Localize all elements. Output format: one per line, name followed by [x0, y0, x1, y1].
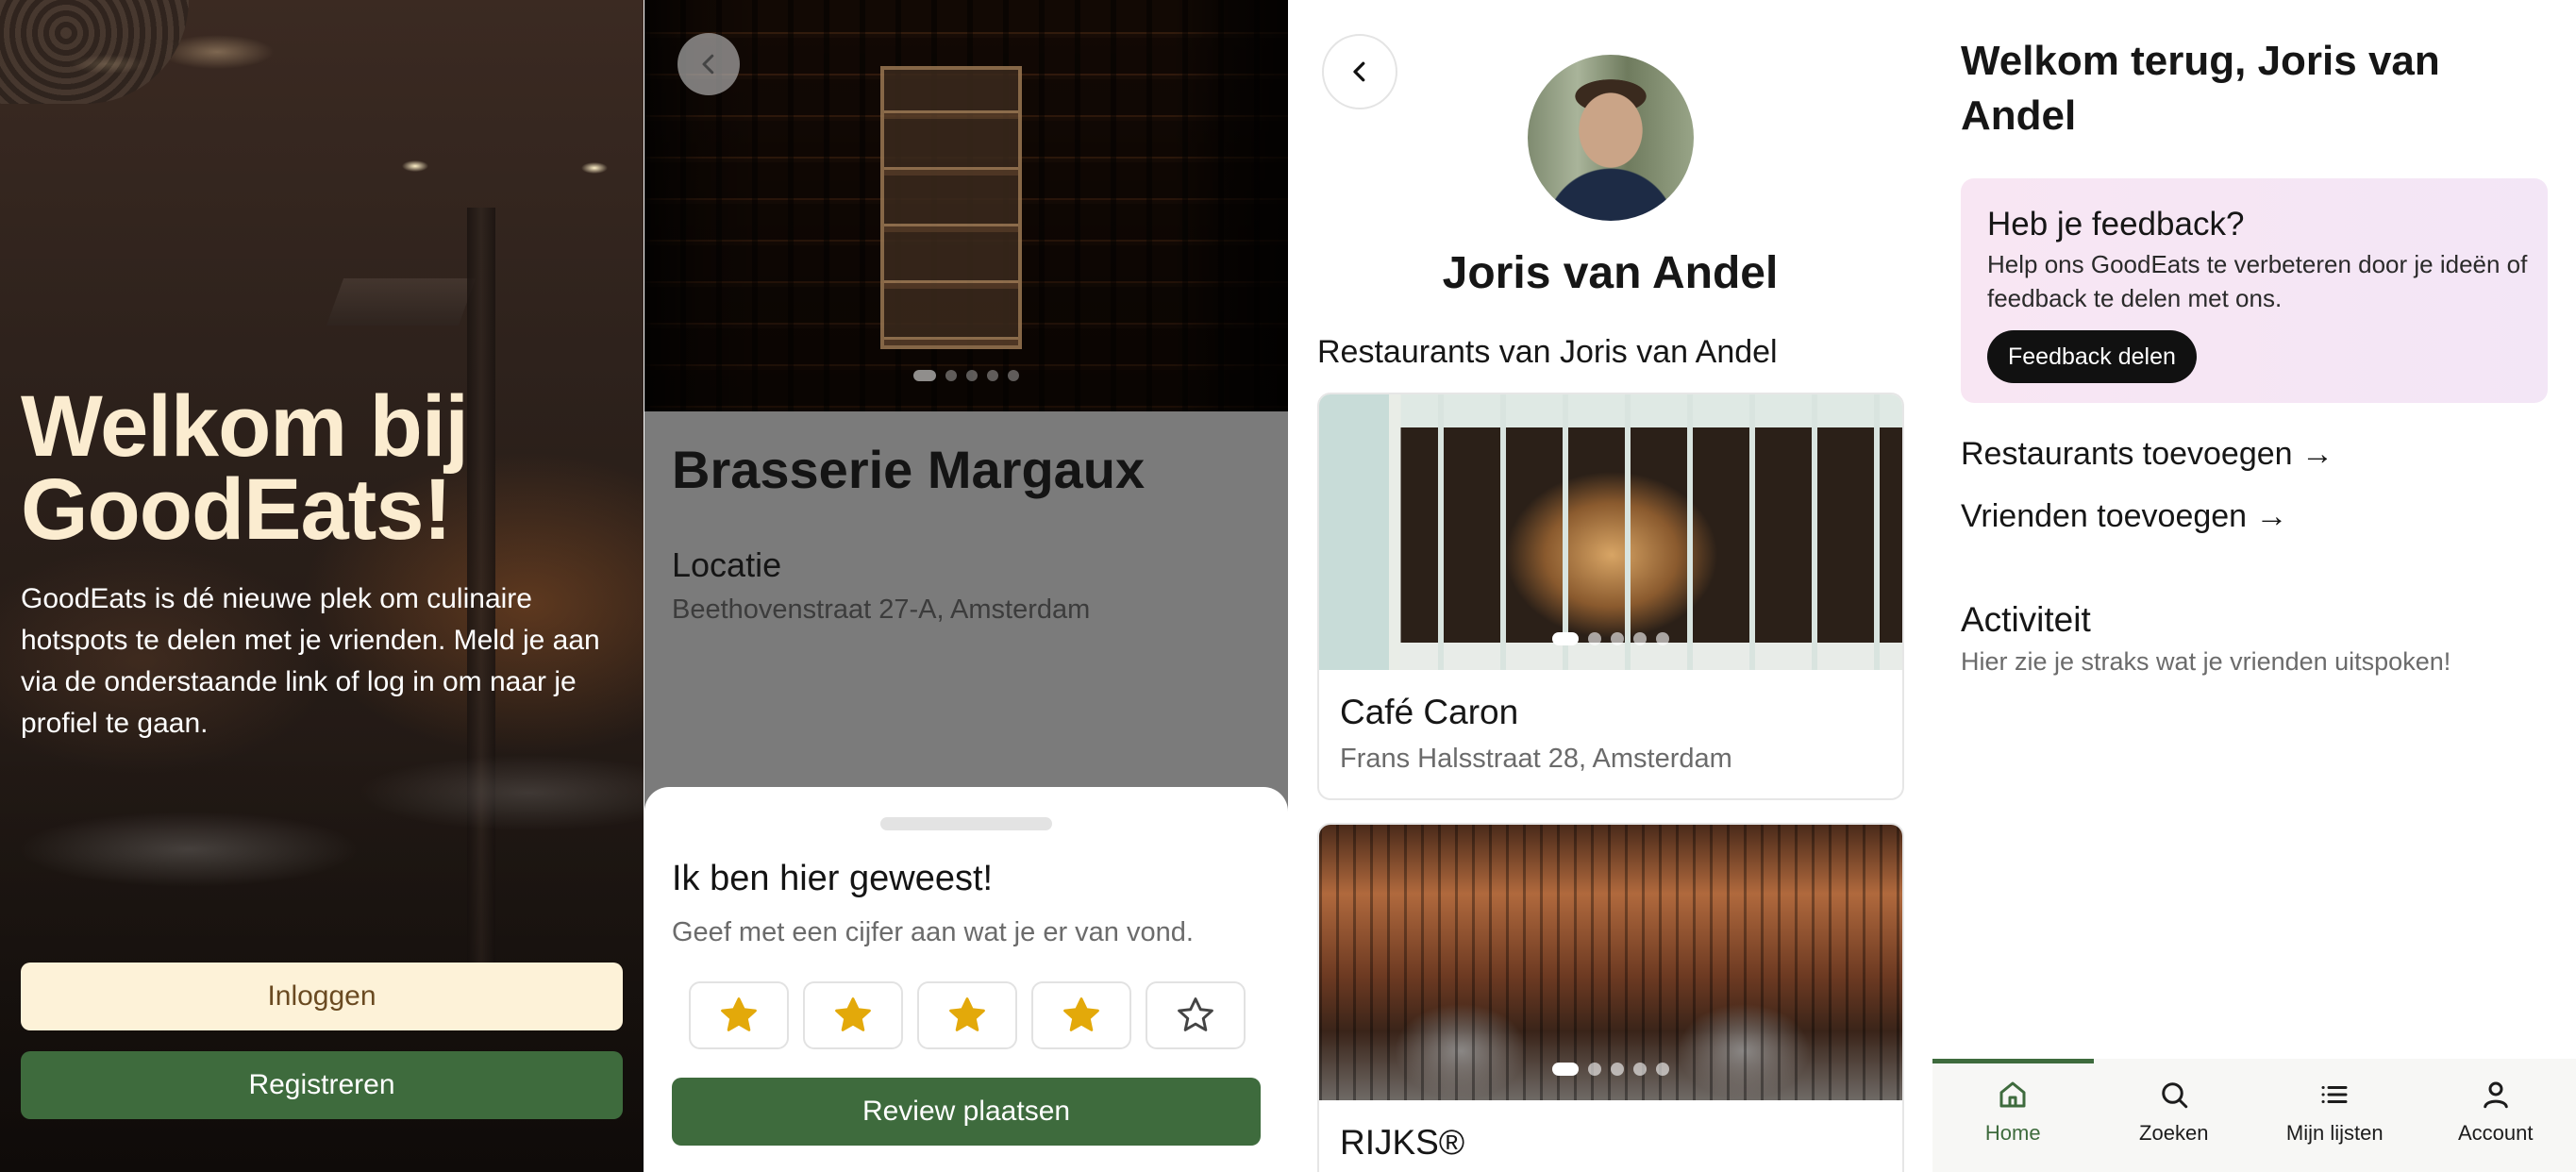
chevron-left-icon — [1353, 61, 1365, 82]
add-restaurants-link[interactable]: Restaurants toevoegen → — [1961, 436, 2333, 473]
wine-cabinet-decoration — [880, 66, 1022, 349]
star-outline-icon — [1178, 997, 1213, 1031]
bottom-tab-bar: Home Zoeken Mijn lijsten Account — [1932, 1059, 2576, 1172]
star-button-2[interactable] — [803, 981, 903, 1049]
star-filled-icon — [835, 997, 871, 1031]
back-button[interactable] — [677, 33, 740, 95]
add-friends-link[interactable]: Vrienden toevoegen → — [1961, 498, 2288, 535]
login-button[interactable]: Inloggen — [21, 963, 623, 1030]
pagination-dot[interactable] — [1008, 370, 1019, 381]
profile-screen: Joris van Andel Restaurants van Joris va… — [1288, 0, 1932, 1172]
restaurant-card-title: Café Caron — [1340, 693, 1519, 731]
restaurant-card-address: Frans Halsstraat 28, Amsterdam — [1340, 744, 1732, 774]
pagination-dot[interactable] — [1633, 1063, 1647, 1076]
restaurant-card-photo[interactable] — [1319, 394, 1902, 670]
tab-label: Account — [2458, 1121, 2534, 1145]
pagination-dot[interactable] — [913, 370, 936, 381]
star-rating — [689, 981, 1246, 1049]
location-label: Locatie — [672, 545, 782, 584]
pagination-dot[interactable] — [1552, 632, 1579, 645]
back-button[interactable] — [1322, 34, 1397, 109]
app-screens: Welkom bij GoodEats! GoodEats is dé nieu… — [0, 0, 2576, 1172]
tab-home[interactable]: Home — [1932, 1059, 2094, 1172]
pagination-dot[interactable] — [1611, 1063, 1624, 1076]
restaurant-detail-screen: Brasserie Margaux Locatie Beethovenstraa… — [644, 0, 1288, 1172]
tab-search[interactable]: Zoeken — [2094, 1059, 2255, 1172]
home-welcome-title: Welkom terug, Joris van Andel — [1961, 38, 2440, 139]
tab-label: Home — [1984, 1121, 2041, 1145]
sheet-drag-handle[interactable] — [880, 817, 1052, 830]
star-button-4[interactable] — [1031, 981, 1131, 1049]
tab-my-lists[interactable]: Mijn lijsten — [2254, 1059, 2416, 1172]
rating-sheet-title: Ik ben hier geweest! — [672, 859, 994, 898]
tab-label: Zoeken — [2139, 1121, 2209, 1145]
pagination-dot[interactable] — [1656, 1063, 1669, 1076]
pagination-dot[interactable] — [1588, 632, 1601, 645]
star-button-1[interactable] — [689, 981, 789, 1049]
activity-title: Activiteit — [1961, 600, 2091, 639]
avatar — [1528, 55, 1694, 221]
welcome-intro: GoodEats is dé nieuwe plek om culinaire … — [21, 583, 600, 739]
activity-text: Hier zie je straks wat je vrienden uitsp… — [1961, 647, 2451, 676]
photo-pagination — [644, 370, 1288, 381]
home-icon — [1999, 1081, 2026, 1108]
pagination-dot[interactable] — [1633, 632, 1647, 645]
pagination-dot[interactable] — [1588, 1063, 1601, 1076]
tab-account[interactable]: Account — [2416, 1059, 2576, 1172]
register-button[interactable]: Registreren — [21, 1051, 623, 1119]
user-icon — [2484, 1081, 2508, 1109]
list-icon — [2321, 1086, 2348, 1103]
pagination-dot[interactable] — [1552, 1063, 1579, 1076]
photo-pagination — [1319, 632, 1902, 645]
photo-pagination — [1319, 1063, 1902, 1076]
welcome-title: Welkom bij GoodEats! — [21, 378, 469, 558]
share-feedback-button[interactable]: Feedback delen — [1987, 330, 2197, 383]
pagination-dot[interactable] — [945, 370, 957, 381]
restaurant-name: Brasserie Margaux — [672, 440, 1146, 499]
restaurant-card-photo[interactable] — [1319, 825, 1902, 1100]
home-screen: Welkom terug, Joris van Andel Heb je fee… — [1932, 0, 2576, 1172]
search-icon — [2162, 1082, 2187, 1109]
rating-sheet-subtitle: Geef met een cijfer aan wat je er van vo… — [672, 917, 1194, 947]
restaurant-card[interactable]: Café Caron Frans Halsstraat 28, Amsterda… — [1317, 393, 1904, 800]
tab-label: Mijn lijsten — [2285, 1121, 2384, 1145]
welcome-screen: Welkom bij GoodEats! GoodEats is dé nieu… — [0, 0, 644, 1172]
chevron-left-icon — [702, 54, 714, 75]
feedback-title: Heb je feedback? — [1987, 206, 2245, 243]
restaurants-section-title: Restaurants van Joris van Andel — [1317, 334, 1778, 370]
pagination-dot[interactable] — [987, 370, 998, 381]
star-button-3[interactable] — [917, 981, 1017, 1049]
pagination-dot[interactable] — [966, 370, 978, 381]
post-review-button[interactable]: Review plaatsen — [672, 1078, 1261, 1146]
profile-name: Joris van Andel — [1442, 248, 1779, 298]
pagination-dot[interactable] — [1611, 632, 1624, 645]
restaurant-card-title: RIJKS® — [1340, 1123, 1465, 1162]
ceiling-duct-decoration — [326, 278, 477, 326]
pagination-dot[interactable] — [1656, 632, 1669, 645]
star-filled-icon — [721, 997, 757, 1031]
feedback-text: Help ons GoodEats te verbeteren door je … — [1987, 250, 2528, 312]
star-filled-icon — [1063, 997, 1099, 1031]
location-value: Beethovenstraat 27-A, Amsterdam — [672, 594, 1091, 625]
star-button-5[interactable] — [1146, 981, 1246, 1049]
star-filled-icon — [949, 997, 985, 1031]
restaurant-card[interactable]: RIJKS® — [1317, 823, 1904, 1172]
